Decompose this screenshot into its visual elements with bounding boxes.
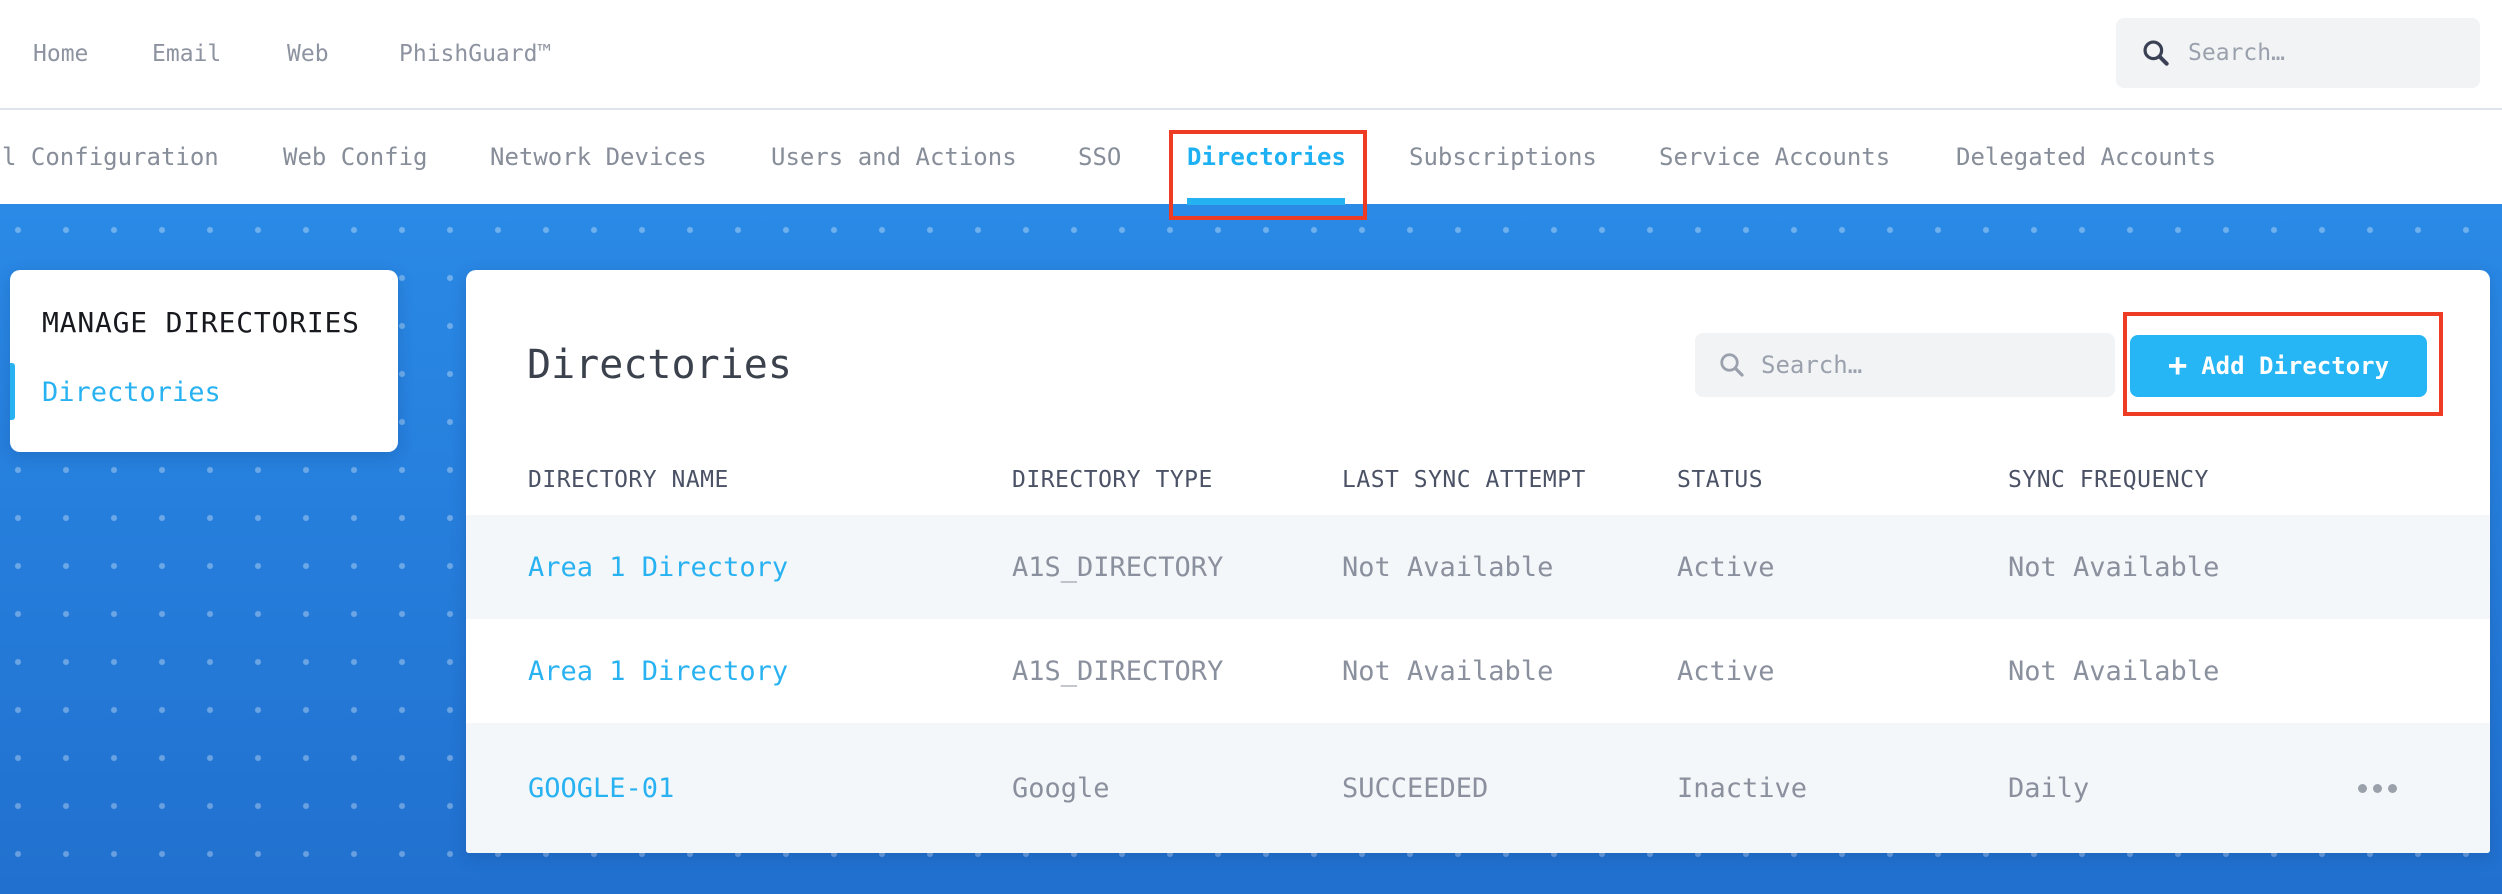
table-body: Area 1 Directory A1S_DIRECTORY Not Avail… <box>466 515 2490 853</box>
col-status: STATUS <box>1677 467 1764 493</box>
sidebar-item-directories[interactable]: Directories <box>42 377 221 408</box>
plus-icon: + <box>2167 345 2188 384</box>
status-cell: Active <box>1677 551 1775 583</box>
tab-subscriptions[interactable]: Subscriptions <box>1409 110 1597 204</box>
last-sync-cell: Not Available <box>1342 551 1554 583</box>
tab-sso[interactable]: SSO <box>1078 110 1121 204</box>
directories-search[interactable] <box>1695 333 2115 397</box>
tab-web-config[interactable]: Web Config <box>283 110 428 204</box>
last-sync-cell: SUCCEEDED <box>1342 772 1489 804</box>
search-icon <box>1720 353 1744 377</box>
page: Home Email Web PhishGuard™ l Configurati… <box>0 0 2502 894</box>
ellipsis-icon <box>2357 783 2367 793</box>
table-row: Area 1 Directory A1S_DIRECTORY Not Avail… <box>466 515 2490 619</box>
col-sync-frequency: SYNC FREQUENCY <box>2008 467 2209 493</box>
directory-name-link[interactable]: Area 1 Directory <box>528 515 788 619</box>
tab-service-accounts[interactable]: Service Accounts <box>1659 110 1890 204</box>
sidebar-card: MANAGE DIRECTORIES Directories <box>10 270 398 452</box>
active-tab-underline <box>1187 198 1345 205</box>
top-nav-web[interactable]: Web <box>287 0 329 108</box>
sidebar-heading: MANAGE DIRECTORIES <box>42 306 360 339</box>
sync-frequency-cell: Not Available <box>2008 551 2220 583</box>
directory-type-cell: A1S_DIRECTORY <box>1012 551 1224 583</box>
directory-name-link[interactable]: GOOGLE-01 <box>528 723 674 853</box>
tab-users-and-actions[interactable]: Users and Actions <box>771 110 1017 204</box>
secondary-nav: l Configuration Web Config Network Devic… <box>0 110 2502 204</box>
table-row: GOOGLE-01 Google SUCCEEDED Inactive Dail… <box>466 723 2490 853</box>
top-nav-email[interactable]: Email <box>152 0 221 108</box>
top-nav: Home Email Web PhishGuard™ <box>0 0 2502 108</box>
col-last-sync-attempt: LAST SYNC ATTEMPT <box>1342 467 1586 493</box>
table-header: DIRECTORY NAME DIRECTORY TYPE LAST SYNC … <box>466 455 2490 505</box>
top-search[interactable] <box>2116 18 2480 88</box>
add-directory-button[interactable]: + Add Directory <box>2130 335 2427 397</box>
col-directory-type: DIRECTORY TYPE <box>1012 467 1213 493</box>
directory-name-link[interactable]: Area 1 Directory <box>528 619 788 723</box>
search-icon <box>2143 40 2169 66</box>
directory-type-cell: A1S_DIRECTORY <box>1012 655 1224 687</box>
top-nav-phishguard[interactable]: PhishGuard™ <box>399 0 551 108</box>
sidebar-active-indicator <box>10 363 15 420</box>
top-nav-home[interactable]: Home <box>33 0 88 108</box>
table-row: Area 1 Directory A1S_DIRECTORY Not Avail… <box>466 619 2490 723</box>
directories-card: Directories + Add Directory DIRECTORY NA… <box>466 270 2490 853</box>
last-sync-cell: Not Available <box>1342 655 1554 687</box>
sync-frequency-cell: Not Available <box>2008 655 2220 687</box>
row-menu-button[interactable] <box>2342 766 2412 810</box>
tab-delegated-accounts[interactable]: Delegated Accounts <box>1956 110 2216 204</box>
directories-search-input[interactable] <box>1761 351 2101 379</box>
tab-email-configuration[interactable]: l Configuration <box>2 110 219 204</box>
col-directory-name: DIRECTORY NAME <box>528 467 729 493</box>
tab-network-devices[interactable]: Network Devices <box>490 110 707 204</box>
sync-frequency-cell: Daily <box>2008 772 2090 804</box>
directory-type-cell: Google <box>1012 772 1110 804</box>
status-cell: Inactive <box>1677 772 1808 804</box>
page-title: Directories <box>527 342 792 388</box>
top-search-input[interactable] <box>2188 40 2462 66</box>
tab-directories[interactable]: Directories <box>1187 110 1346 204</box>
status-cell: Active <box>1677 655 1775 687</box>
add-directory-label: Add Directory <box>2201 352 2390 380</box>
